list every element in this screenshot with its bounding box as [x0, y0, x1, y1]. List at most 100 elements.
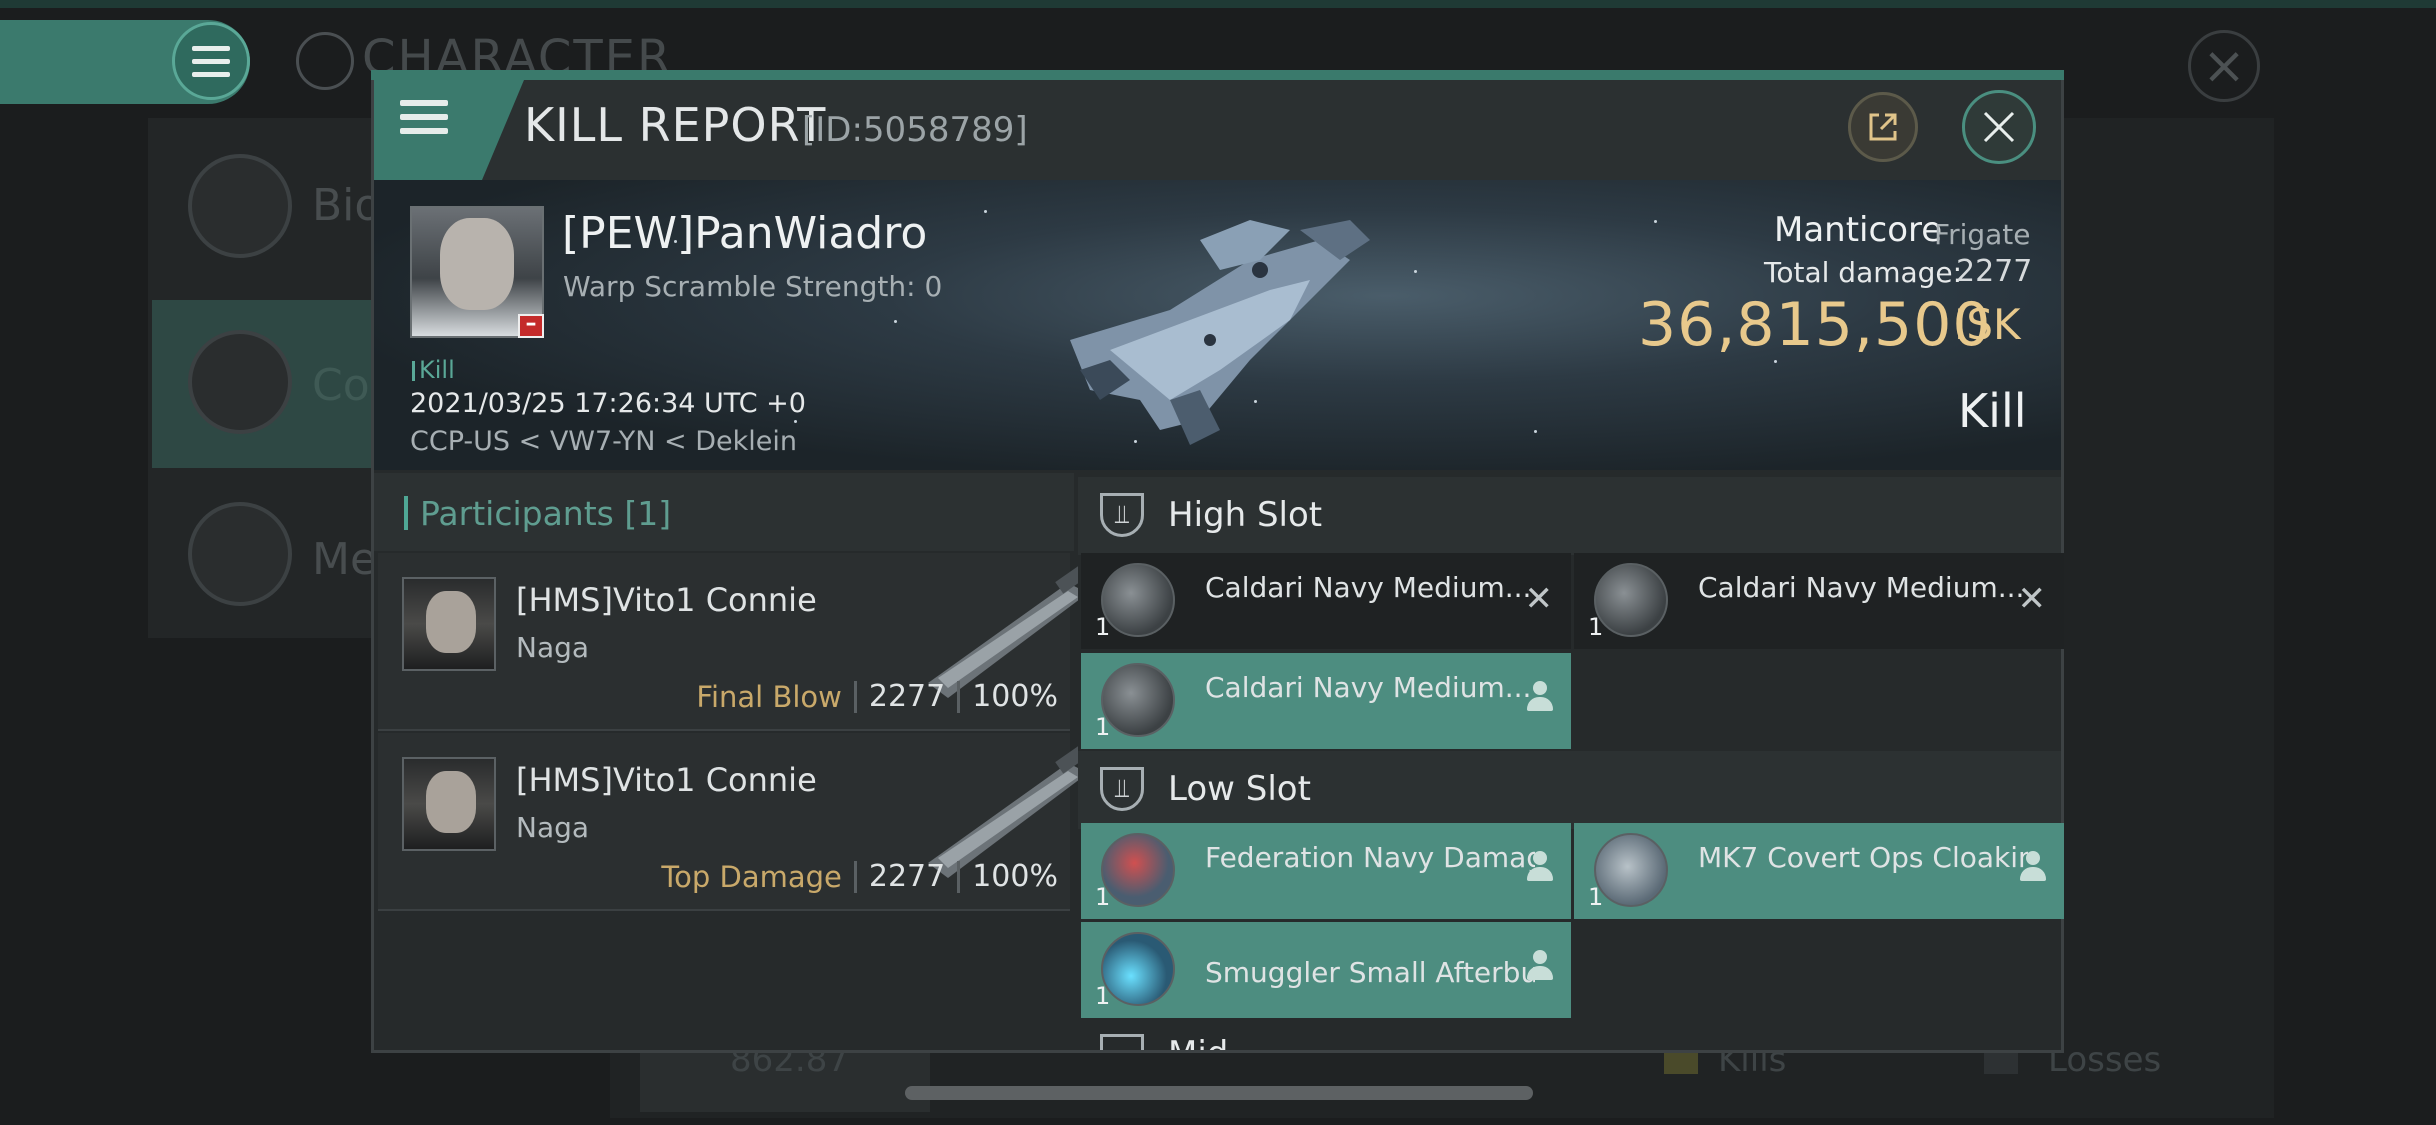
participant-ship: Naga — [516, 631, 590, 664]
destroyed-icon: ✕ — [1524, 579, 1554, 619]
fitting-item[interactable]: 1 Smuggler Small Afterburner — [1081, 922, 1571, 1018]
menu-icon — [400, 100, 448, 134]
star-icon — [188, 502, 292, 606]
separator — [957, 860, 961, 893]
fitting-item[interactable]: 1 MK7 Covert Ops Cloaking... — [1574, 823, 2064, 919]
dropped-person-icon — [2020, 851, 2046, 885]
item-quantity: 1 — [1095, 613, 1111, 641]
item-quantity: 1 — [1095, 883, 1111, 911]
character-icon — [296, 32, 354, 90]
slot-title: Low Slot — [1168, 769, 1311, 809]
participant-stats: Top Damage 2277 100% — [661, 859, 1058, 894]
participant-name: [HMS]Vito1 Connie — [516, 761, 817, 799]
ship-class: Frigate — [1934, 218, 2031, 251]
horizontal-scrollbar[interactable] — [905, 1086, 1533, 1100]
dropped-person-icon — [1527, 851, 1553, 885]
slot-title: High Slot — [1168, 495, 1323, 535]
destroyed-icon: ✕ — [2017, 579, 2047, 619]
kill-tag: Kill — [412, 356, 455, 384]
share-icon — [1869, 113, 1897, 141]
kill-date: 2021/03/25 17:26:34 UTC +0 — [410, 388, 806, 419]
separator — [853, 860, 857, 893]
sidebar-item-label: Co — [312, 360, 370, 411]
menu-icon — [192, 45, 230, 77]
item-name: MK7 Covert Ops Cloaking... — [1698, 841, 2028, 874]
warp-scramble-strength: Warp Scramble Strength: 0 — [563, 270, 943, 303]
participants-accent-bar — [404, 496, 408, 530]
background-close-button[interactable]: × — [2188, 30, 2260, 102]
close-icon — [1983, 111, 2015, 143]
item-quantity: 1 — [1588, 613, 1604, 641]
main-menu-button[interactable] — [172, 22, 250, 100]
low-slot-header: ⫫ Low Slot — [1078, 751, 2061, 829]
participant-portrait[interactable] — [402, 757, 496, 851]
item-name: Smuggler Small Afterburner — [1205, 956, 1535, 989]
participant-role: Final Blow — [696, 679, 842, 714]
kill-result-label: Kill — [1958, 384, 2027, 438]
participant-damage: 2277 — [868, 679, 946, 714]
close-button[interactable] — [1962, 90, 2036, 164]
window-top-accent — [371, 70, 2064, 80]
item-name: Federation Navy Damage... — [1205, 841, 1535, 874]
fitting-item[interactable]: 1 Caldari Navy Medium... — [1081, 653, 1571, 749]
background-list-lines — [2160, 200, 2280, 1000]
participant-name: [HMS]Vito1 Connie — [516, 581, 817, 619]
total-damage-value: 2277 — [1956, 254, 2033, 289]
item-name: Caldari Navy Medium... — [1205, 571, 1532, 604]
isk-value: 36,815,500 — [1638, 290, 1992, 360]
mid-slot-icon — [1100, 1034, 1144, 1050]
separator — [957, 680, 961, 713]
dropped-person-icon — [1527, 950, 1553, 984]
victim-name[interactable]: [PEW]PanWiadro — [562, 208, 927, 259]
window-title: KILL REPORT — [524, 98, 827, 152]
victim-face — [440, 218, 514, 310]
kill-tag-bar — [412, 361, 415, 381]
kill-location[interactable]: CCP-US < VW7-YN < Deklein — [410, 426, 797, 457]
participant-ship: Naga — [516, 811, 590, 844]
item-quantity: 1 — [1095, 982, 1111, 1010]
participant-role: Top Damage — [661, 859, 842, 894]
fitting-item[interactable]: 1 Caldari Navy Medium... ✕ — [1081, 553, 1571, 649]
participant-portrait[interactable] — [402, 577, 496, 671]
high-slot-header: ⫫ High Slot — [1078, 477, 2061, 555]
low-slot-icon: ⫫ — [1100, 767, 1144, 811]
ship-image[interactable] — [1050, 200, 1380, 450]
damage-control-icon — [1101, 833, 1175, 907]
participants-title: Participants [1] — [420, 494, 672, 533]
participant-row[interactable]: [HMS]Vito1 Connie Naga Final Blow 2277 1… — [378, 553, 1088, 731]
participant-percent: 100% — [972, 859, 1058, 894]
cloak-icon — [1594, 833, 1668, 907]
launcher-icon — [1101, 563, 1175, 637]
ship-name[interactable]: Manticore — [1774, 210, 1942, 250]
mid-slot-header-partial: Mid Slot — [1100, 1030, 1300, 1050]
participant-row[interactable]: [HMS]Vito1 Connie Naga Top Damage 2277 1… — [378, 733, 1088, 911]
launcher-icon — [1101, 663, 1175, 737]
item-name: Caldari Navy Medium... — [1698, 571, 2025, 604]
item-quantity: 1 — [1095, 713, 1111, 741]
separator — [853, 680, 857, 713]
item-quantity: 1 — [1588, 883, 1604, 911]
report-id: [ID:5058789] — [802, 110, 1028, 150]
list-icon — [188, 154, 292, 258]
share-button[interactable] — [1848, 92, 1918, 162]
high-slot-icon: ⫫ — [1100, 493, 1144, 537]
top-accent-bar — [0, 0, 2436, 8]
fitting-item[interactable]: 1 Caldari Navy Medium... ✕ — [1574, 553, 2064, 649]
slot-title: Mid Slot — [1168, 1034, 1300, 1050]
participant-damage: 2277 — [868, 859, 946, 894]
afterburner-icon — [1101, 932, 1175, 1006]
minus-badge-icon: – — [518, 313, 544, 338]
losses-label: Losses — [2048, 1040, 2162, 1080]
participant-stats: Final Blow 2277 100% — [696, 679, 1058, 714]
kill-tag-label: Kill — [419, 356, 455, 384]
item-name: Caldari Navy Medium... — [1205, 671, 1532, 704]
participant-percent: 100% — [972, 679, 1058, 714]
sidebar-item-label: Me — [312, 534, 378, 585]
dropped-person-icon — [1527, 681, 1553, 715]
total-damage-label: Total damage: — [1764, 256, 1963, 289]
close-icon: × — [2202, 36, 2246, 96]
swords-icon — [188, 330, 292, 434]
isk-unit: ISK — [1954, 300, 2021, 349]
fitting-item[interactable]: 1 Federation Navy Damage... — [1081, 823, 1571, 919]
launcher-icon — [1594, 563, 1668, 637]
